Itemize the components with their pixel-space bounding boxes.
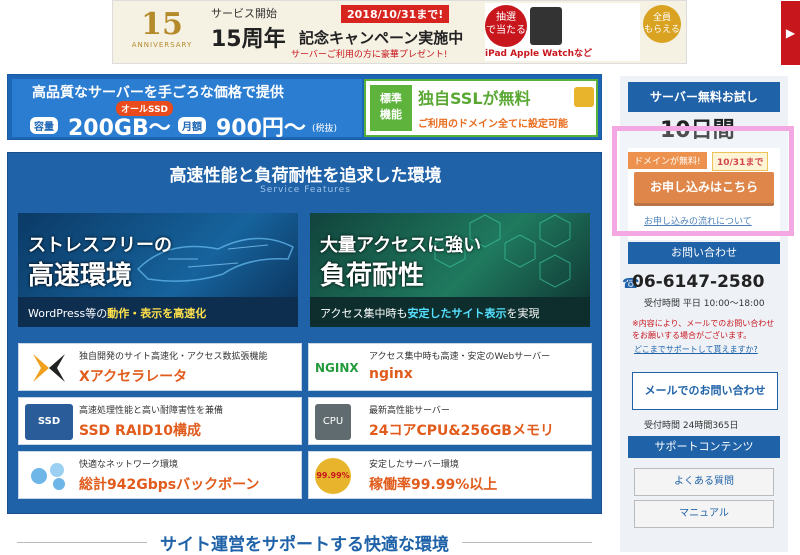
domain-gift: 全員 もらえる — [643, 3, 683, 61]
price-value: 900円〜 — [216, 116, 306, 141]
mail-contact-button[interactable]: メールでのお問い合わせ — [632, 372, 778, 410]
feature-title: 24コアCPU&256GBメモリ — [369, 423, 554, 439]
campaign-present-text: サーバーご利用の方に豪華プレゼント! — [291, 50, 448, 60]
feature-title: 稼働率99.99%以上 — [369, 477, 498, 493]
feature-card-network[interactable]: 快適なネットワーク環境 総計942Gbpsバックボーン — [18, 451, 302, 499]
hero-speed-line1: ストレスフリーの — [28, 235, 172, 256]
manual-button[interactable]: マニュアル — [634, 500, 774, 528]
anniversary-logo: 15 ANNIVERSARY — [123, 9, 201, 57]
feature-desc: 快適なネットワーク環境 — [79, 460, 179, 470]
feature-title: SSD RAID10構成 — [79, 423, 201, 439]
campaign-date-badge: 2018/10/31まで! — [341, 5, 450, 23]
feature-card-uptime[interactable]: 99.99% 安定したサーバー環境 稼働率99.99%以上 — [308, 451, 592, 499]
promo-headline: 高品質なサーバーを手ごろな価格で提供 — [32, 85, 284, 101]
feature-desc: 最新高性能サーバー — [369, 406, 450, 416]
section-subtitle: Service Features — [260, 185, 351, 195]
feature-title: 総計942Gbpsバックボーン — [79, 477, 260, 493]
anniversary-number: 15 — [141, 7, 183, 42]
section-title: 高速性能と負荷耐性を追求した環境 — [169, 166, 442, 186]
hero-speed-caption: WordPress等の動作・表示を高速化 — [18, 297, 298, 327]
ssl-title: 独自SSLが無料 — [418, 89, 531, 108]
service-features-panel: 高速性能と負荷耐性を追求した環境 Service Features ストレスフリ… — [7, 152, 602, 514]
cpu-icon: CPU — [315, 404, 351, 440]
price-promo: 高品質なサーバーを手ごろな価格で提供 オールSSD 容量 200GB〜 月額 9… — [12, 79, 362, 141]
capacity-label: 容量 — [30, 117, 58, 134]
lock-icon — [574, 87, 594, 107]
support-section-heading: サイト運営をサポートする快適な環境 — [7, 530, 602, 555]
hero-load-caption: アクセス集中時も安定したサイト表示を実現 — [310, 297, 590, 327]
ssl-subtitle: ご利用のドメイン全てに設定可能 — [418, 119, 568, 130]
feature-card-nginx[interactable]: NGINX アクセス集中時も高速・安定のWebサーバー nginx — [308, 343, 592, 391]
caption-prefix: アクセス集中時も — [320, 307, 408, 320]
hero-load-card[interactable]: 大量アクセスに強い 負荷耐性 アクセス集中時も安定したサイト表示を実現 — [310, 213, 590, 327]
price-promo-bar[interactable]: 高品質なサーバーを手ごろな価格で提供 オールSSD 容量 200GB〜 月額 9… — [7, 74, 602, 141]
phone-hours: 受付時間 平日 10:00〜18:00 — [644, 299, 765, 309]
anniversary-label: ANNIVERSARY — [131, 41, 193, 49]
highlight-annotation-box — [612, 126, 794, 236]
lottery-prize-text: iPad Apple Watchなど — [485, 49, 592, 59]
x-accelerator-icon — [33, 354, 65, 382]
faq-button[interactable]: よくある質問 — [634, 468, 774, 496]
support-contents-header: サポートコンテンツ — [628, 436, 780, 458]
uptime-medal-icon: 99.99% — [315, 458, 351, 494]
campaign-title: 記念キャンペーン実施中 — [299, 29, 464, 47]
network-icon — [31, 463, 65, 490]
ipad-image-icon — [530, 7, 562, 45]
feature-card-cpu[interactable]: CPU 最新高性能サーバー 24コアCPU&256GBメモリ — [308, 397, 592, 445]
caption-highlight: 安定したサイト表示 — [407, 307, 507, 320]
caption-prefix: WordPress等の — [28, 307, 108, 320]
free-trial-header: サーバー無料お試し — [628, 82, 780, 112]
support-scope-link[interactable]: どこまでサポートして貰えますか? — [634, 344, 758, 355]
feature-desc: 独自開発のサイト高速化・アクセス数拡張機能 — [79, 352, 268, 362]
caption-highlight: 動作・表示を高速化 — [107, 307, 207, 320]
feature-desc: 高速処理性能と高い耐障害性を兼備 — [79, 406, 224, 416]
contact-note: ※内容により、メールでのお問い合わせをお願いする場合がございます。 — [632, 319, 775, 340]
hero-load-line2: 負荷耐性 — [320, 261, 425, 291]
capacity-value: 200GB〜 — [68, 116, 171, 141]
feature-desc: 安定したサーバー環境 — [369, 460, 459, 470]
tax-note: (税抜) — [312, 124, 338, 134]
feature-title: Xアクセラレータ — [79, 369, 188, 385]
ssd-icon: SSD — [25, 404, 73, 440]
lottery-prize: 抽選 で当たる iPad Apple Watchなど — [485, 3, 640, 61]
feature-desc: アクセス集中時も高速・安定のWebサーバー — [369, 352, 551, 362]
standard-feature-badge: 標準 機能 — [370, 85, 412, 131]
free-ssl-promo[interactable]: 標準 機能 独自SSLが無料 ご利用のドメイン全てに設定可能 — [364, 79, 598, 137]
gift-badge: 全員 もらえる — [643, 5, 681, 43]
banner-next-arrow-icon[interactable]: ▶ — [781, 1, 800, 65]
feature-title: nginx — [369, 366, 413, 382]
anniversary-years: 15周年 — [211, 27, 286, 52]
nginx-logo-icon: NGINX — [315, 361, 359, 375]
contact-header: お問い合わせ — [628, 242, 780, 264]
mail-hours: 受付時間 24時間365日 — [644, 421, 739, 431]
monthly-label: 月額 — [178, 117, 206, 134]
lottery-badge: 抽選 で当たる — [485, 5, 527, 47]
feature-card-x-accelerator[interactable]: 独自開発のサイト高速化・アクセス数拡張機能 Xアクセラレータ — [18, 343, 302, 391]
service-start-label: サービス開始 — [211, 7, 277, 20]
top-campaign-banner[interactable]: 15 ANNIVERSARY サービス開始 2018/10/31まで! 15周年… — [112, 0, 800, 65]
banner-campaign-text: サービス開始 2018/10/31まで! 15周年 記念キャンペーン実施中 サー… — [211, 5, 481, 61]
phone-number[interactable]: 06-6147-2580 — [632, 272, 764, 292]
feature-card-ssd[interactable]: SSD 高速処理性能と高い耐障害性を兼備 SSD RAID10構成 — [18, 397, 302, 445]
hero-load-line1: 大量アクセスに強い — [320, 235, 482, 256]
caption-suffix: を実現 — [506, 307, 540, 320]
hero-speed-line2: 高速環境 — [28, 261, 133, 291]
hero-speed-card[interactable]: ストレスフリーの 高速環境 WordPress等の動作・表示を高速化 — [18, 213, 298, 327]
